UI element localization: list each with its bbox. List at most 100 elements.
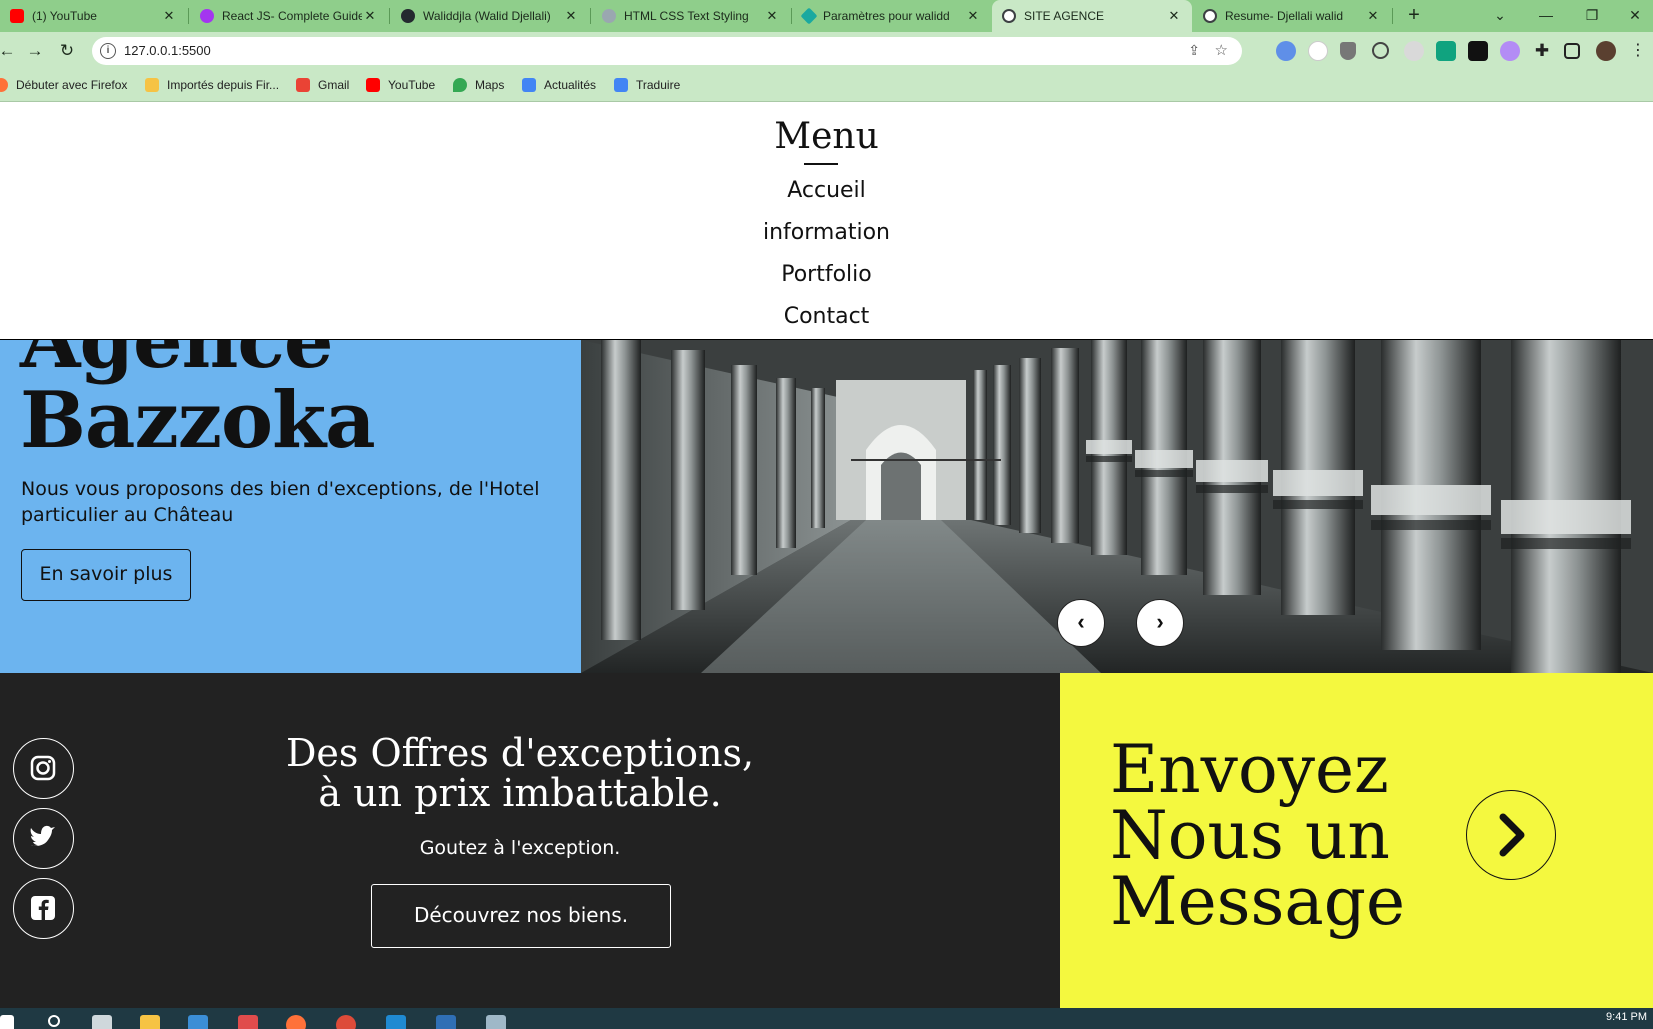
folder-icon [145, 78, 159, 92]
contact-title-line2: Nous un [1110, 797, 1390, 874]
hero-title-line2: Bazzoka [20, 375, 376, 466]
tab-html-css[interactable]: HTML CSS Text Styling ✕ [592, 0, 790, 32]
news-icon [522, 78, 536, 92]
chevron-right-icon [1499, 813, 1525, 857]
close-icon[interactable]: ✕ [965, 8, 981, 24]
menu-panel: Menu Accueil information Portfolio Conta… [0, 102, 1653, 340]
tab-parametres[interactable]: Paramètres pour walidd ✕ [793, 0, 991, 32]
youtube-icon [366, 78, 380, 92]
tab-separator [791, 8, 792, 24]
task-view-icon[interactable] [92, 1015, 112, 1029]
github-favicon-icon [401, 9, 415, 23]
windows-start-icon[interactable] [0, 1015, 14, 1029]
app-arrow-icon[interactable] [436, 1015, 456, 1029]
tab-title: HTML CSS Text Styling [624, 9, 749, 23]
hero-title-line1: Agence [20, 340, 334, 386]
dark-extension-icon[interactable] [1468, 41, 1488, 61]
menu-item-information[interactable]: information [0, 220, 1653, 245]
close-window-button[interactable]: ✕ [1612, 0, 1653, 32]
search-icon[interactable] [48, 1015, 60, 1027]
chatgpt-extension-icon[interactable] [1436, 41, 1456, 61]
bookmark-maps[interactable]: Maps [453, 78, 504, 92]
menu-title-underline [804, 163, 838, 165]
tab-search-chevron-icon[interactable]: ⌄ [1477, 0, 1523, 32]
offers-subtitle: Goutez à l'exception. [419, 837, 621, 859]
bookmark-star-icon[interactable]: ☆ [1215, 41, 1228, 59]
close-icon[interactable]: ✕ [764, 8, 780, 24]
kebab-menu-icon[interactable]: ⋮ [1630, 41, 1646, 61]
side-panel-icon[interactable] [1564, 43, 1580, 59]
back-arrow-icon[interactable]: ← [0, 40, 18, 62]
page-viewport: Menu Accueil information Portfolio Conta… [0, 102, 1653, 1008]
purple-extension-icon[interactable] [1500, 41, 1520, 61]
bookmark-label: YouTube [388, 78, 436, 92]
store-icon[interactable] [188, 1015, 208, 1029]
site-info-icon[interactable]: i [100, 43, 116, 59]
minimize-button[interactable]: — [1523, 0, 1569, 32]
new-tab-button[interactable]: + [1402, 4, 1426, 28]
udemy-favicon-icon [200, 9, 214, 23]
firefox-taskbar-icon[interactable] [286, 1015, 306, 1029]
shield-extension-icon[interactable] [1340, 42, 1356, 60]
bookmark-imported-folder[interactable]: Importés depuis Fir... [145, 78, 279, 92]
bookmark-firefox[interactable]: Débuter avec Firefox [0, 78, 127, 92]
forward-arrow-icon[interactable]: → [24, 40, 46, 62]
share-icon[interactable]: ⇪ [1188, 42, 1200, 59]
tab-github[interactable]: Waliddjla (Walid Djellali) ✕ [391, 0, 589, 32]
offers-title-line1: Des Offres d'exceptions, [285, 731, 755, 775]
bookmark-gmail[interactable]: Gmail [296, 78, 349, 92]
file-explorer-icon[interactable] [140, 1015, 160, 1029]
tab-separator [1392, 8, 1393, 24]
react-extension-icon[interactable] [1404, 41, 1424, 61]
tab-title: Paramètres pour walidd [823, 9, 950, 23]
chrome-taskbar-icon[interactable] [336, 1015, 356, 1029]
close-icon[interactable]: ✕ [1166, 8, 1182, 24]
b-extension-icon[interactable] [1308, 41, 1328, 61]
close-icon[interactable]: ✕ [161, 8, 177, 24]
bookmark-actualites[interactable]: Actualités [522, 78, 596, 92]
google-translate-extension-icon[interactable] [1276, 41, 1296, 61]
bookmark-traduire[interactable]: Traduire [614, 78, 680, 92]
tab-title: (1) YouTube [32, 9, 97, 23]
globe-favicon-icon [1002, 9, 1016, 23]
instagram-icon[interactable] [13, 738, 74, 799]
restore-button[interactable]: ❐ [1569, 0, 1615, 32]
app-icon[interactable] [238, 1015, 258, 1029]
vscode-taskbar-icon[interactable] [386, 1015, 406, 1029]
profile-avatar[interactable] [1596, 41, 1616, 61]
close-icon[interactable]: ✕ [362, 8, 378, 24]
menu-item-contact[interactable]: Contact [0, 304, 1653, 329]
reload-icon[interactable]: ↻ [56, 40, 78, 62]
tab-separator [188, 8, 189, 24]
learn-more-button[interactable]: En savoir plus [21, 549, 191, 601]
tab-react-guide[interactable]: React JS- Complete Guide ✕ [190, 0, 388, 32]
puzzle-extensions-icon[interactable]: ✚ [1532, 41, 1552, 61]
tab-site-agence[interactable]: SITE AGENCE ✕ [992, 0, 1192, 32]
slider-prev-button[interactable]: ‹ [1057, 599, 1105, 647]
menu-item-accueil[interactable]: Accueil [0, 178, 1653, 203]
firefox-icon [0, 78, 8, 92]
close-icon[interactable]: ✕ [1365, 8, 1381, 24]
notes-taskbar-icon[interactable] [486, 1015, 506, 1029]
tab-separator [590, 8, 591, 24]
menu-item-portfolio[interactable]: Portfolio [0, 262, 1653, 287]
facebook-icon[interactable] [13, 878, 74, 939]
slider-next-button[interactable]: › [1136, 599, 1184, 647]
bookmark-youtube[interactable]: YouTube [366, 78, 435, 92]
bookmark-label: Traduire [636, 78, 681, 92]
tab-separator [389, 8, 390, 24]
bookmarks-bar: Débuter avec Firefox Importés depuis Fir… [0, 70, 1653, 102]
send-message-arrow-button[interactable] [1466, 790, 1556, 880]
tab-resume[interactable]: Resume- Djellali walid ✕ [1193, 0, 1391, 32]
sync-extension-icon[interactable] [1372, 42, 1389, 59]
twitter-icon[interactable] [13, 808, 74, 869]
tab-youtube[interactable]: (1) YouTube ✕ [0, 0, 187, 32]
tab-title: React JS- Complete Guide [222, 9, 362, 23]
close-icon[interactable]: ✕ [563, 8, 579, 24]
discover-properties-button[interactable]: Découvrez nos biens. [371, 884, 671, 948]
offers-title: Des Offres d'exceptions, à un prix imbat… [130, 733, 910, 813]
hero-slider: ‹ › [581, 340, 1653, 673]
address-bar[interactable]: i 127.0.0.1:5500 ⇪ ☆ [92, 37, 1242, 65]
bookmark-label: Maps [475, 78, 505, 92]
colonnade-photo [581, 340, 1653, 673]
